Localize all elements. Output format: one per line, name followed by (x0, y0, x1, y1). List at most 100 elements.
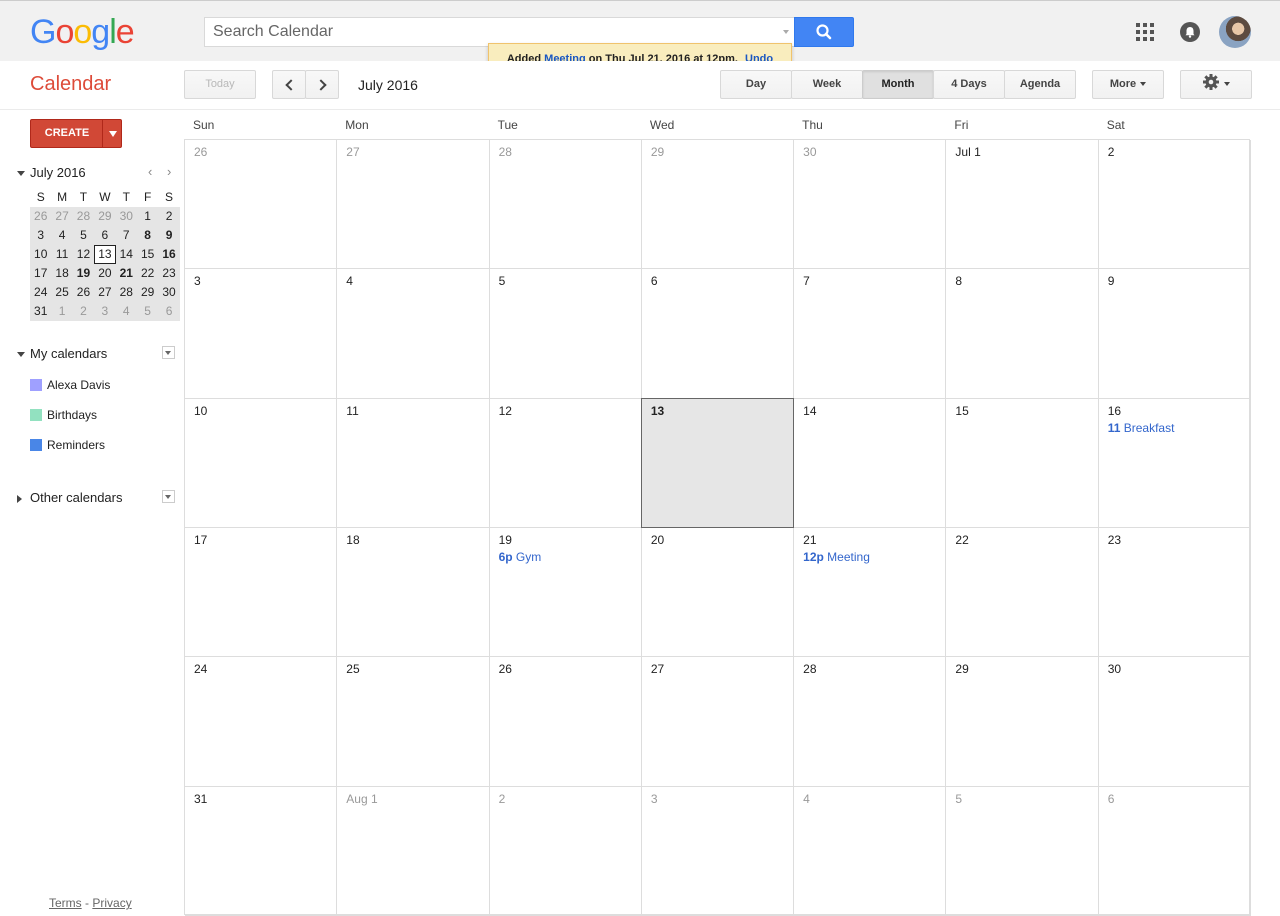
day-cell[interactable]: 3 (641, 786, 795, 916)
privacy-link[interactable]: Privacy (92, 896, 131, 910)
day-cell[interactable]: 6 (641, 269, 795, 399)
mini-prev-month-icon[interactable]: ‹ (148, 164, 152, 179)
day-cell[interactable]: 29 (946, 657, 1099, 787)
mini-day[interactable]: 24 (30, 283, 51, 302)
day-cell[interactable]: 4 (337, 269, 490, 399)
terms-link[interactable]: Terms (49, 896, 82, 910)
day-number[interactable]: 2 (499, 792, 641, 806)
google-logo[interactable]: Google (30, 12, 135, 52)
day-number[interactable]: Aug 1 (346, 792, 488, 806)
day-number[interactable]: 26 (194, 145, 336, 159)
mini-day[interactable]: 3 (30, 226, 51, 245)
day-number[interactable]: 17 (194, 533, 336, 547)
day-cell[interactable]: 2 (489, 786, 642, 916)
mini-day[interactable]: 26 (30, 207, 51, 226)
mini-day[interactable]: 3 (94, 302, 115, 321)
mini-day[interactable]: 10 (30, 245, 51, 264)
day-number[interactable]: 10 (194, 404, 336, 418)
day-cell[interactable]: 27 (641, 657, 795, 787)
day-number[interactable]: Jul 1 (955, 145, 1097, 159)
mini-calendar-title[interactable]: July 2016 (17, 165, 86, 180)
day-number[interactable]: 25 (346, 662, 488, 676)
day-cell[interactable]: 7 (794, 269, 947, 399)
day-number[interactable]: 27 (346, 145, 488, 159)
day-cell[interactable]: 29 (641, 140, 795, 270)
view-week-button[interactable]: Week (791, 70, 863, 99)
day-number[interactable]: 24 (194, 662, 336, 676)
mini-day[interactable]: 12 (73, 245, 94, 264)
calendar-event[interactable]: 6p Gym (499, 550, 641, 565)
next-period-button[interactable] (305, 70, 339, 99)
day-number[interactable]: 30 (803, 145, 945, 159)
day-number[interactable]: 3 (651, 792, 793, 806)
mini-day[interactable]: 19 (73, 264, 94, 283)
day-cell[interactable]: 16 11 Breakfast (1098, 398, 1251, 528)
my-calendars-header[interactable]: My calendars (17, 346, 107, 361)
calendar-color-swatch[interactable] (30, 379, 42, 391)
mini-day[interactable]: 29 (94, 207, 115, 226)
day-cell[interactable]: 3 (185, 269, 338, 399)
settings-menu-button[interactable] (1180, 70, 1252, 99)
day-number[interactable]: 28 (499, 145, 641, 159)
mini-day[interactable]: 11 (51, 245, 72, 264)
day-cell[interactable]: 20 (641, 528, 795, 658)
day-cell[interactable]: 12 (489, 398, 642, 528)
calendar-item[interactable]: Birthdays (30, 408, 97, 422)
day-number[interactable]: 30 (1108, 662, 1250, 676)
day-number[interactable]: 26 (499, 662, 641, 676)
day-number[interactable]: 8 (955, 274, 1097, 288)
day-cell[interactable]: 22 (946, 528, 1099, 658)
mini-day[interactable]: 1 (51, 302, 72, 321)
mini-day[interactable]: 25 (51, 283, 72, 302)
mini-day[interactable]: 28 (116, 283, 137, 302)
apps-grid-icon[interactable] (1136, 23, 1154, 41)
notifications-bell-icon[interactable] (1180, 22, 1200, 42)
view-agenda-button[interactable]: Agenda (1004, 70, 1076, 99)
day-cell[interactable]: 2 (1098, 140, 1251, 270)
mini-day[interactable]: 22 (137, 264, 158, 283)
day-cell[interactable]: 18 (337, 528, 490, 658)
day-cell[interactable]: 30 (1098, 657, 1251, 787)
day-cell[interactable]: 8 (946, 269, 1099, 399)
day-number[interactable]: 4 (346, 274, 488, 288)
day-number[interactable]: 29 (651, 145, 793, 159)
day-number[interactable]: 7 (803, 274, 945, 288)
search-input[interactable] (205, 18, 775, 46)
day-number[interactable]: 29 (955, 662, 1097, 676)
mini-day[interactable]: 5 (73, 226, 94, 245)
mini-day[interactable]: 4 (51, 226, 72, 245)
day-number[interactable]: 19 (499, 533, 641, 547)
today-button[interactable]: Today (184, 70, 256, 99)
day-number[interactable]: 4 (803, 792, 945, 806)
previous-period-button[interactable] (272, 70, 306, 99)
calendar-event[interactable]: 12p Meeting (803, 550, 945, 565)
create-event-button[interactable]: CREATE (30, 119, 122, 148)
mini-day[interactable]: 21 (116, 264, 137, 283)
day-cell[interactable]: 11 (337, 398, 490, 528)
day-cell[interactable]: 25 (337, 657, 490, 787)
view-day-button[interactable]: Day (720, 70, 792, 99)
mini-day[interactable]: 7 (116, 226, 137, 245)
day-cell[interactable]: 5 (489, 269, 642, 399)
day-cell[interactable]: 26 (185, 140, 338, 270)
mini-day[interactable]: 6 (94, 226, 115, 245)
day-cell[interactable]: 28 (489, 140, 642, 270)
mini-day[interactable]: 4 (116, 302, 137, 321)
day-cell[interactable]: 6 (1098, 786, 1251, 916)
day-number[interactable]: 27 (651, 662, 793, 676)
day-cell[interactable]: 13 (640, 397, 795, 528)
mini-day[interactable]: 17 (30, 264, 51, 283)
mini-day[interactable]: 31 (30, 302, 51, 321)
mini-day[interactable]: 5 (137, 302, 158, 321)
day-number[interactable]: 28 (803, 662, 945, 676)
calendar-color-swatch[interactable] (30, 439, 42, 451)
calendar-color-swatch[interactable] (30, 409, 42, 421)
mini-day[interactable]: 15 (137, 245, 158, 264)
mini-day[interactable]: 28 (73, 207, 94, 226)
day-number[interactable]: 3 (194, 274, 336, 288)
day-number[interactable]: 6 (1108, 792, 1250, 806)
day-number[interactable]: 16 (1108, 404, 1250, 418)
search-options-caret-icon[interactable] (783, 30, 789, 34)
mini-day[interactable]: 2 (73, 302, 94, 321)
day-number[interactable]: 20 (651, 533, 793, 547)
